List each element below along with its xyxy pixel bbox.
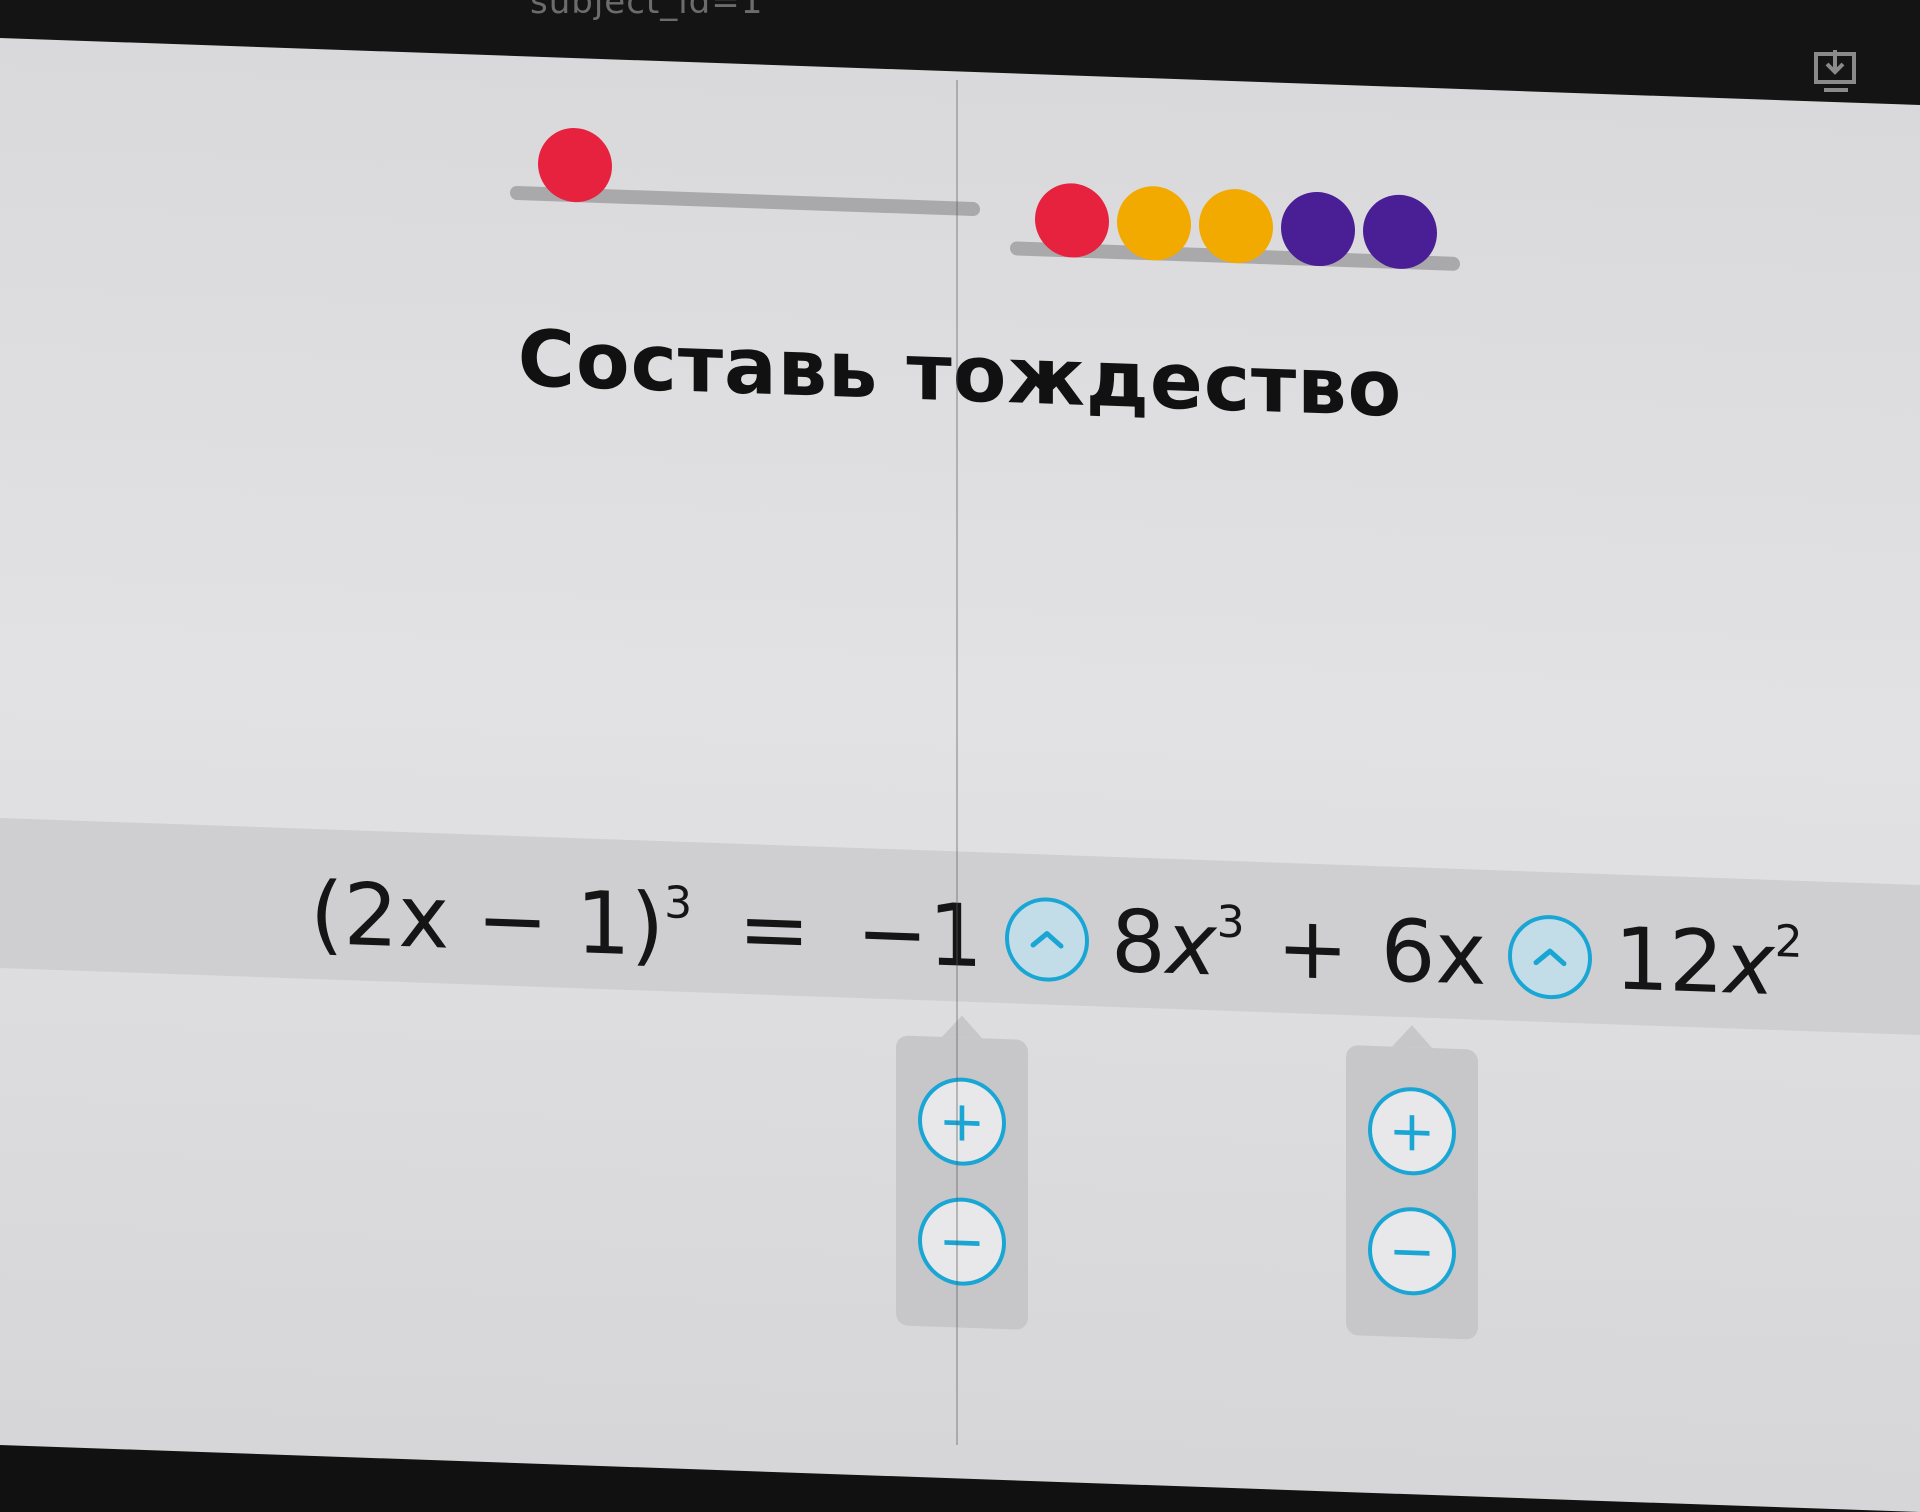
sign-selector-2[interactable]	[1508, 913, 1593, 1001]
download-icon[interactable]	[1810, 46, 1862, 98]
plus-button[interactable]: +	[918, 1076, 1006, 1168]
screen-crease	[956, 80, 958, 1445]
page-title: Составь тождество	[517, 314, 1403, 435]
chevron-up-icon	[1533, 948, 1567, 967]
minus-button[interactable]: −	[1368, 1205, 1456, 1297]
term-2: 8x3	[1111, 891, 1245, 996]
equation-lhs: (2x − 1)3	[310, 863, 693, 977]
term-4: 12x2	[1614, 909, 1803, 1015]
term-1: −1	[856, 882, 984, 988]
term-3: 6x	[1380, 901, 1487, 1005]
chevron-up-icon	[1030, 931, 1064, 949]
plus-sign: +	[1276, 897, 1349, 1001]
equals-sign: =	[738, 878, 811, 982]
sign-popover-1: + −	[896, 1035, 1028, 1330]
url-fragment: subject_id=1	[530, 0, 764, 22]
app-screen: Составь тождество (2x − 1)3 = −1 8x3 + 6…	[0, 38, 1920, 1512]
minus-button[interactable]: −	[918, 1196, 1006, 1288]
plus-button[interactable]: +	[1368, 1085, 1456, 1177]
sign-popover-2: + −	[1346, 1045, 1478, 1340]
sign-selector-1[interactable]	[1005, 896, 1090, 984]
